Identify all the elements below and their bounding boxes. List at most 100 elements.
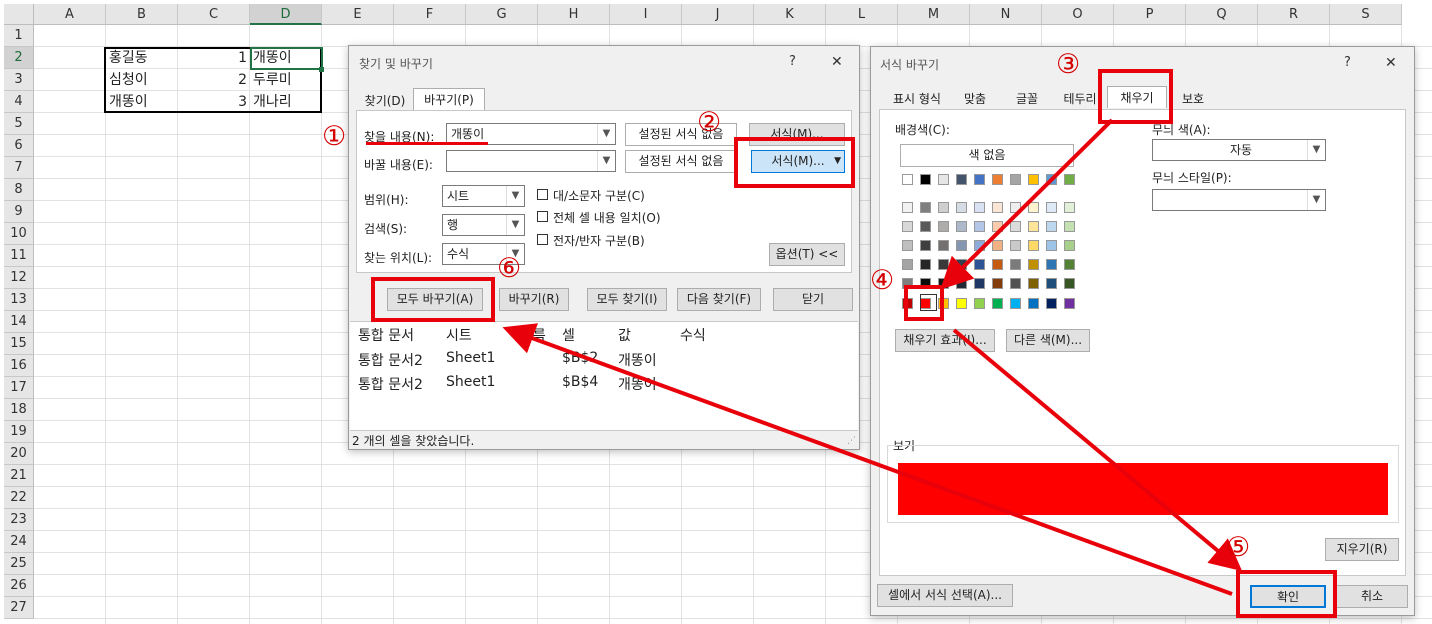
- replace-button[interactable]: 바꾸기(R): [499, 288, 569, 311]
- fill-effects-button[interactable]: 채우기 효과(I)...: [895, 329, 995, 352]
- shade-color-swatch[interactable]: [956, 221, 967, 232]
- row-header-23[interactable]: 23: [4, 509, 34, 531]
- theme-color-swatch[interactable]: [956, 174, 967, 185]
- chevron-down-icon[interactable]: ▼: [597, 124, 615, 144]
- shade-color-swatch[interactable]: [1010, 240, 1021, 251]
- column-header-l[interactable]: L: [826, 4, 898, 25]
- fill-handle[interactable]: [319, 67, 324, 72]
- row-header-21[interactable]: 21: [4, 465, 34, 487]
- results-column-header[interactable]: 이름: [520, 325, 546, 345]
- column-header-q[interactable]: Q: [1186, 4, 1258, 25]
- tab-alignment[interactable]: 맞춤: [955, 88, 995, 110]
- help-button[interactable]: ?: [789, 54, 796, 69]
- chevron-down-icon[interactable]: ▼: [506, 215, 524, 235]
- row-header-9[interactable]: 9: [4, 201, 34, 223]
- row-header-24[interactable]: 24: [4, 531, 34, 553]
- column-header-m[interactable]: M: [898, 4, 970, 25]
- standard-color-swatch[interactable]: [1046, 298, 1057, 309]
- shade-color-swatch[interactable]: [938, 240, 949, 251]
- shade-color-swatch[interactable]: [992, 278, 1003, 289]
- results-column-header[interactable]: 시트: [446, 325, 472, 345]
- close-icon[interactable]: ✕: [1385, 55, 1397, 71]
- shade-color-swatch[interactable]: [920, 259, 931, 270]
- results-list[interactable]: 통합 문서 시트 이름 셀 값 수식 통합 문서2 Sheet1 $B$2 개똥이 통합 문서2 S…: [350, 321, 858, 431]
- row-header-17[interactable]: 17: [4, 377, 34, 399]
- chevron-down-icon[interactable]: ▼: [1307, 190, 1325, 210]
- shade-color-swatch[interactable]: [974, 221, 985, 232]
- tab-font[interactable]: 글꼴: [1007, 88, 1047, 110]
- row-header-25[interactable]: 25: [4, 553, 34, 575]
- results-column-header[interactable]: 셀: [562, 325, 575, 345]
- find-all-button[interactable]: 모두 찾기(I): [587, 288, 667, 311]
- shade-color-swatch[interactable]: [1010, 221, 1021, 232]
- scope-select[interactable]: 시트 ▼: [442, 185, 525, 207]
- row-header-16[interactable]: 16: [4, 355, 34, 377]
- shade-color-swatch[interactable]: [920, 240, 931, 251]
- result-row[interactable]: 통합 문서2 Sheet1 $B$2 개똥이: [350, 350, 858, 372]
- close-button[interactable]: 닫기: [773, 288, 853, 311]
- shade-color-swatch[interactable]: [956, 259, 967, 270]
- resize-grip-icon[interactable]: ⋰: [847, 436, 856, 446]
- column-header-b[interactable]: B: [106, 4, 178, 25]
- match-width-checkbox[interactable]: [537, 234, 548, 245]
- column-header-f[interactable]: F: [394, 4, 466, 25]
- shade-color-swatch[interactable]: [1064, 259, 1075, 270]
- chevron-down-icon[interactable]: ▼: [1307, 140, 1325, 160]
- column-header-c[interactable]: C: [178, 4, 250, 25]
- row-header-3[interactable]: 3: [4, 69, 34, 91]
- column-header-i[interactable]: I: [610, 4, 682, 25]
- row-header-27[interactable]: 27: [4, 597, 34, 619]
- shade-color-swatch[interactable]: [1046, 259, 1057, 270]
- shade-color-swatch[interactable]: [974, 278, 985, 289]
- row-header-4[interactable]: 4: [4, 91, 34, 113]
- options-button[interactable]: 옵션(T) <<: [769, 243, 845, 266]
- match-entire-checkbox[interactable]: [537, 211, 548, 222]
- shade-color-swatch[interactable]: [1028, 202, 1039, 213]
- row-header-12[interactable]: 12: [4, 267, 34, 289]
- shade-color-swatch[interactable]: [1028, 240, 1039, 251]
- column-header-p[interactable]: P: [1114, 4, 1186, 25]
- cancel-button[interactable]: 취소: [1336, 585, 1408, 608]
- shade-color-swatch[interactable]: [1064, 202, 1075, 213]
- theme-color-swatch[interactable]: [938, 174, 949, 185]
- clear-button[interactable]: 지우기(R): [1325, 538, 1399, 561]
- shade-color-swatch[interactable]: [992, 259, 1003, 270]
- shade-color-swatch[interactable]: [1064, 221, 1075, 232]
- theme-color-swatch[interactable]: [1064, 174, 1075, 185]
- shade-color-swatch[interactable]: [902, 259, 913, 270]
- find-next-button[interactable]: 다음 찾기(F): [677, 288, 761, 311]
- shade-color-swatch[interactable]: [1010, 278, 1021, 289]
- column-header-j[interactable]: J: [682, 4, 754, 25]
- shade-color-swatch[interactable]: [956, 202, 967, 213]
- replace-with-input[interactable]: ▼: [446, 150, 616, 172]
- pattern-style-select[interactable]: ▼: [1152, 189, 1326, 211]
- shade-color-swatch[interactable]: [1064, 240, 1075, 251]
- tab-replace[interactable]: 바꾸기(P): [413, 88, 485, 110]
- shade-color-swatch[interactable]: [1064, 278, 1075, 289]
- results-column-header[interactable]: 값: [618, 325, 631, 345]
- shade-color-swatch[interactable]: [956, 278, 967, 289]
- theme-color-swatch[interactable]: [974, 174, 985, 185]
- row-header-20[interactable]: 20: [4, 443, 34, 465]
- no-color-button[interactable]: 색 없음: [900, 144, 1074, 167]
- shade-color-swatch[interactable]: [938, 202, 949, 213]
- column-header-o[interactable]: O: [1042, 4, 1114, 25]
- shade-color-swatch[interactable]: [902, 202, 913, 213]
- row-header-13[interactable]: 13: [4, 289, 34, 311]
- row-header-15[interactable]: 15: [4, 333, 34, 355]
- standard-color-swatch[interactable]: [1028, 298, 1039, 309]
- row-header-19[interactable]: 19: [4, 421, 34, 443]
- shade-color-swatch[interactable]: [956, 240, 967, 251]
- standard-color-swatch[interactable]: [956, 298, 967, 309]
- shade-color-swatch[interactable]: [1028, 221, 1039, 232]
- close-icon[interactable]: ✕: [831, 54, 843, 70]
- column-header-r[interactable]: R: [1258, 4, 1330, 25]
- column-header-n[interactable]: N: [970, 4, 1042, 25]
- tab-number[interactable]: 표시 형식: [881, 88, 953, 110]
- theme-color-swatch[interactable]: [902, 174, 913, 185]
- column-header-k[interactable]: K: [754, 4, 826, 25]
- column-header-a[interactable]: A: [34, 4, 106, 25]
- shade-color-swatch[interactable]: [1046, 202, 1057, 213]
- shade-color-swatch[interactable]: [1028, 278, 1039, 289]
- shade-color-swatch[interactable]: [974, 202, 985, 213]
